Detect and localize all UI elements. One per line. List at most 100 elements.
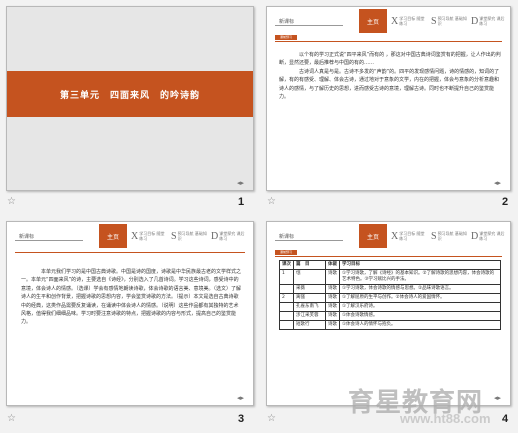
table-cell: 2 — [279, 293, 294, 303]
slide-thumbnail-3[interactable]: 新课标 主页 X 学习目标 随堂练习 S 预习导航 基础知识 D 课堂探究 课后练习 … — [6, 221, 254, 406]
tab-letter: S — [431, 15, 437, 27]
watermark-url: www.ht88.com — [400, 411, 491, 426]
tab-label: 预习导航 基础知识 — [437, 231, 467, 241]
table-cell: 篇 目 — [293, 260, 326, 270]
header-logo: 新课标 — [279, 19, 295, 25]
header-divider — [275, 240, 343, 241]
home-tab[interactable]: 主页 — [359, 224, 387, 248]
table-row: 短歌行 诗歌 ①体会诗人的情怀与抱负。 — [279, 320, 501, 330]
slide-transition-icon: ☆ — [267, 196, 276, 207]
tab-letter: D — [471, 230, 479, 242]
section-divider — [275, 256, 502, 257]
slide-body-text: 本单元我们学习的是中国古典诗歌。中国是诗的国度，诗歌是中华民族最古老的文学样式之… — [21, 268, 243, 327]
table-cell — [279, 284, 294, 294]
table-cell: 孔雀东南飞 — [293, 302, 326, 312]
tab-d[interactable]: D 课堂探究 课后练习 — [471, 228, 507, 244]
header-divider — [275, 25, 343, 26]
nav-arrow-icon: ◂▸ — [494, 179, 502, 187]
tab-letter: S — [171, 230, 177, 242]
table-row: 2 离骚 诗歌 ①了解屈原的生平与创作。②体会诗人的爱国情怀。 — [279, 293, 501, 303]
slide-title: 第三单元 四面来风 的吟诗韵 — [59, 90, 200, 101]
study-plan-table: 课次篇 目体裁 学习目标 1 氓诗歌 ①学习诗歌，了解《诗经》的基本知识。②了解诗歌的思… — [279, 260, 501, 330]
home-tab-label: 主页 — [366, 18, 379, 26]
header-logo: 新课标 — [279, 234, 295, 240]
table-cell: 诗歌 — [325, 302, 340, 312]
table-cell — [279, 302, 294, 312]
slide-transition-icon: ☆ — [7, 196, 16, 207]
table-cell: 诗歌 — [325, 284, 340, 294]
slide-transition-icon: ☆ — [267, 413, 276, 424]
section-divider — [275, 41, 502, 42]
nav-arrow-icon: ◂▸ — [494, 394, 502, 402]
slide-thumbnail-2[interactable]: 新课标 主页 X 学习目标 随堂练习 S 预习导航 基础知识 D 课堂探究 课后练习 … — [266, 6, 511, 191]
tab-letter: X — [131, 230, 139, 242]
table-cell: 诗歌 — [325, 293, 340, 303]
table-cell: 诗歌 — [325, 311, 340, 321]
tab-label: 课堂探究 课后练习 — [219, 231, 245, 241]
nav-arrow-icon: ◂▸ — [237, 179, 245, 187]
slide-header: 新课标 主页 X 学习目标 随堂练习 S 预习导航 基础知识 D 课堂探究 课后练习 — [267, 222, 510, 248]
slide-number: 4 — [502, 413, 509, 425]
tab-d[interactable]: D 课堂探究 课后练习 — [471, 13, 507, 29]
tab-x[interactable]: X 学习目标 随堂练习 — [131, 228, 167, 244]
table-cell: 短歌行 — [293, 320, 326, 330]
slide-header: 新课标 主页 X 学习目标 随堂练习 S 预习导航 基础知识 D 课堂探究 课后练习 — [267, 7, 510, 33]
tab-letter: S — [431, 230, 437, 242]
tab-label: 预习导航 基础知识 — [437, 16, 467, 26]
tab-s[interactable]: S 预习导航 基础知识 — [171, 228, 207, 244]
tab-letter: X — [391, 230, 399, 242]
table-cell: 离骚 — [293, 293, 326, 303]
table-cell: 体裁 — [325, 260, 340, 270]
tab-letter: X — [391, 15, 399, 27]
tab-d[interactable]: D 课堂探究 课后练习 — [211, 228, 247, 244]
tab-letter: D — [471, 15, 479, 27]
slide-thumbnail-4[interactable]: 新课标 主页 X 学习目标 随堂练习 S 预习导航 基础知识 D 课堂探究 课后练习 … — [266, 221, 511, 406]
tab-label: 学习目标 随堂练习 — [399, 16, 425, 26]
tab-label: 课堂探究 课后练习 — [479, 16, 505, 26]
tab-x[interactable]: X 学习目标 随堂练习 — [391, 228, 427, 244]
nav-arrow-icon: ◂▸ — [237, 394, 245, 402]
tab-s[interactable]: S 预习导航 基础知识 — [431, 13, 467, 29]
tab-label: 学习目标 随堂练习 — [139, 231, 165, 241]
slide-number: 3 — [238, 413, 245, 425]
paragraph: 古诗词人真是与是。古诗不多发的“声韵”的。四平的发现感情问题，诗的情感的，知词的… — [279, 68, 500, 101]
paragraph: 本单元我们学习的是中国古典诗歌。中国是诗的国度，诗歌是中华民族最古老的文学样式之… — [21, 269, 242, 326]
slide-body-text: 以个有的学习正式说“四平来风”而有的 ，那这对中国古典诗词鉴赏有的把握，让人作出… — [279, 51, 501, 101]
section-tag: 课前预习 — [275, 250, 297, 255]
table-cell: ①体会诗歌情感。 — [339, 311, 501, 321]
table-row: 采薇 诗歌 ①学习诗歌，体会诗歌的情感与思想。②品味诗歌语言。 — [279, 284, 501, 294]
table-row: 1 氓诗歌 ①学习诗歌，了解《诗经》的基本知识。②了解诗歌的思想内容，体会诗歌的艺术… — [279, 269, 501, 285]
table-cell: 涉江采芙蓉 — [293, 311, 326, 321]
tab-s[interactable]: S 预习导航 基础知识 — [431, 228, 467, 244]
table-cell: 诗歌 — [325, 320, 340, 330]
table-body: 课次篇 目体裁 学习目标 1 氓诗歌 ①学习诗歌，了解《诗经》的基本知识。②了解诗歌的思… — [279, 260, 501, 330]
slide-number: 2 — [502, 196, 509, 208]
table-cell: ①了解汉乐府诗。 — [339, 302, 501, 312]
home-tab[interactable]: 主页 — [99, 224, 127, 248]
tab-x[interactable]: X 学习目标 随堂练习 — [391, 13, 427, 29]
home-tab[interactable]: 主页 — [359, 9, 387, 33]
slide-header: 新课标 主页 X 学习目标 随堂练习 S 预习导航 基础知识 D 课堂探究 课后练习 — [7, 222, 253, 248]
table-header-row: 课次篇 目体裁 学习目标 — [279, 260, 501, 270]
home-tab-label: 主页 — [106, 233, 119, 241]
header-divider — [15, 240, 83, 241]
header-logo: 新课标 — [19, 234, 35, 240]
section-divider — [15, 252, 245, 253]
table-cell: 采薇 — [293, 284, 326, 294]
slide-thumbnail-1[interactable]: 第三单元 四面来风 的吟诗韵 ◂▸ — [6, 6, 254, 191]
tab-label: 学习目标 随堂练习 — [399, 231, 425, 241]
tab-letter: D — [211, 230, 219, 242]
paragraph: 以个有的学习正式说“四平来风”而有的 ，那这对中国古典诗词鉴赏有的把握，让人作出… — [279, 52, 501, 67]
table-cell: 课次 — [279, 260, 294, 270]
table-cell: ①学习诗歌，体会诗歌的情感与思想。②品味诗歌语言。 — [339, 284, 501, 294]
table-cell: 氓 — [293, 269, 326, 285]
table-cell: ①体会诗人的情怀与抱负。 — [339, 320, 501, 330]
table-row: 涉江采芙蓉 诗歌 ①体会诗歌情感。 — [279, 311, 501, 321]
table-cell: ①学习诗歌，了解《诗经》的基本知识。②了解诗歌的思想内容，体会诗歌的艺术特色。③… — [339, 269, 501, 285]
table-row: 孔雀东南飞 诗歌 ①了解汉乐府诗。 — [279, 302, 501, 312]
tab-label: 预习导航 基础知识 — [177, 231, 207, 241]
table-cell — [279, 311, 294, 321]
section-tag: 课前预习 — [275, 35, 297, 40]
slide-transition-icon: ☆ — [7, 413, 16, 424]
table-cell: 1 — [279, 269, 294, 285]
